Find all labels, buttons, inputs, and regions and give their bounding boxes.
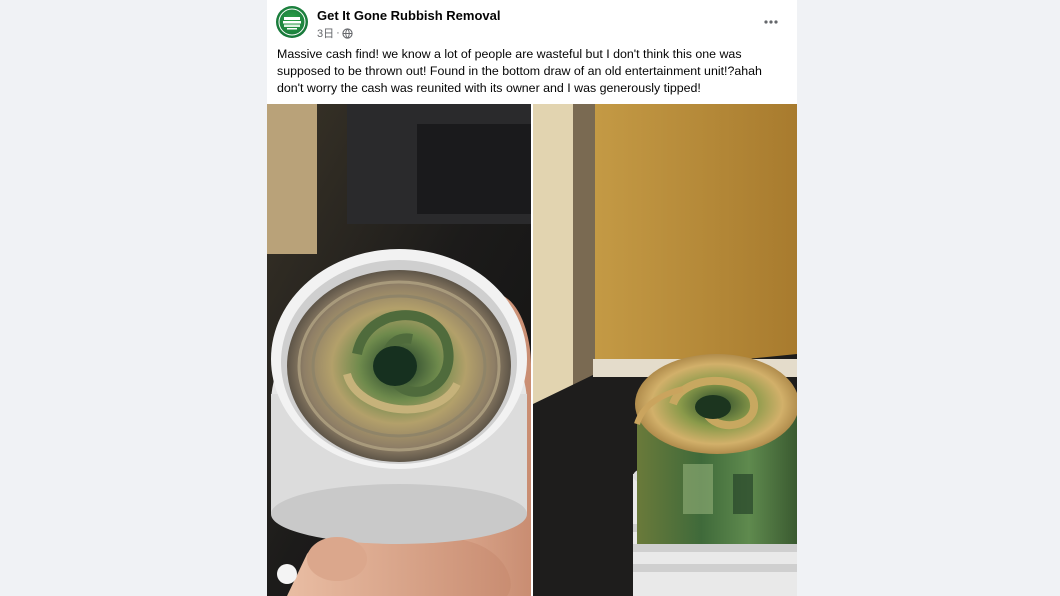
facebook-post: Get It Gone Rubbish Removal 3日 · Massive… — [267, 0, 797, 596]
meta-separator: · — [336, 27, 340, 39]
more-options-button[interactable] — [759, 10, 783, 34]
page-name[interactable]: Get It Gone Rubbish Removal — [317, 8, 500, 23]
page-avatar[interactable] — [276, 6, 308, 38]
logo-icon — [278, 8, 306, 36]
more-horizontal-icon — [764, 20, 778, 24]
photo-cash-roll-side-view[interactable] — [533, 104, 797, 596]
post-timestamp[interactable]: 3日 — [317, 25, 334, 41]
post-caption: Massive cash find! we know a lot of peop… — [277, 47, 762, 95]
globe-icon[interactable] — [342, 27, 353, 39]
post-meta: 3日 · — [317, 25, 353, 41]
post-header: Get It Gone Rubbish Removal 3日 · — [267, 0, 797, 44]
photo-cash-roll-top-view[interactable] — [267, 104, 531, 596]
photo-grid — [267, 104, 797, 596]
